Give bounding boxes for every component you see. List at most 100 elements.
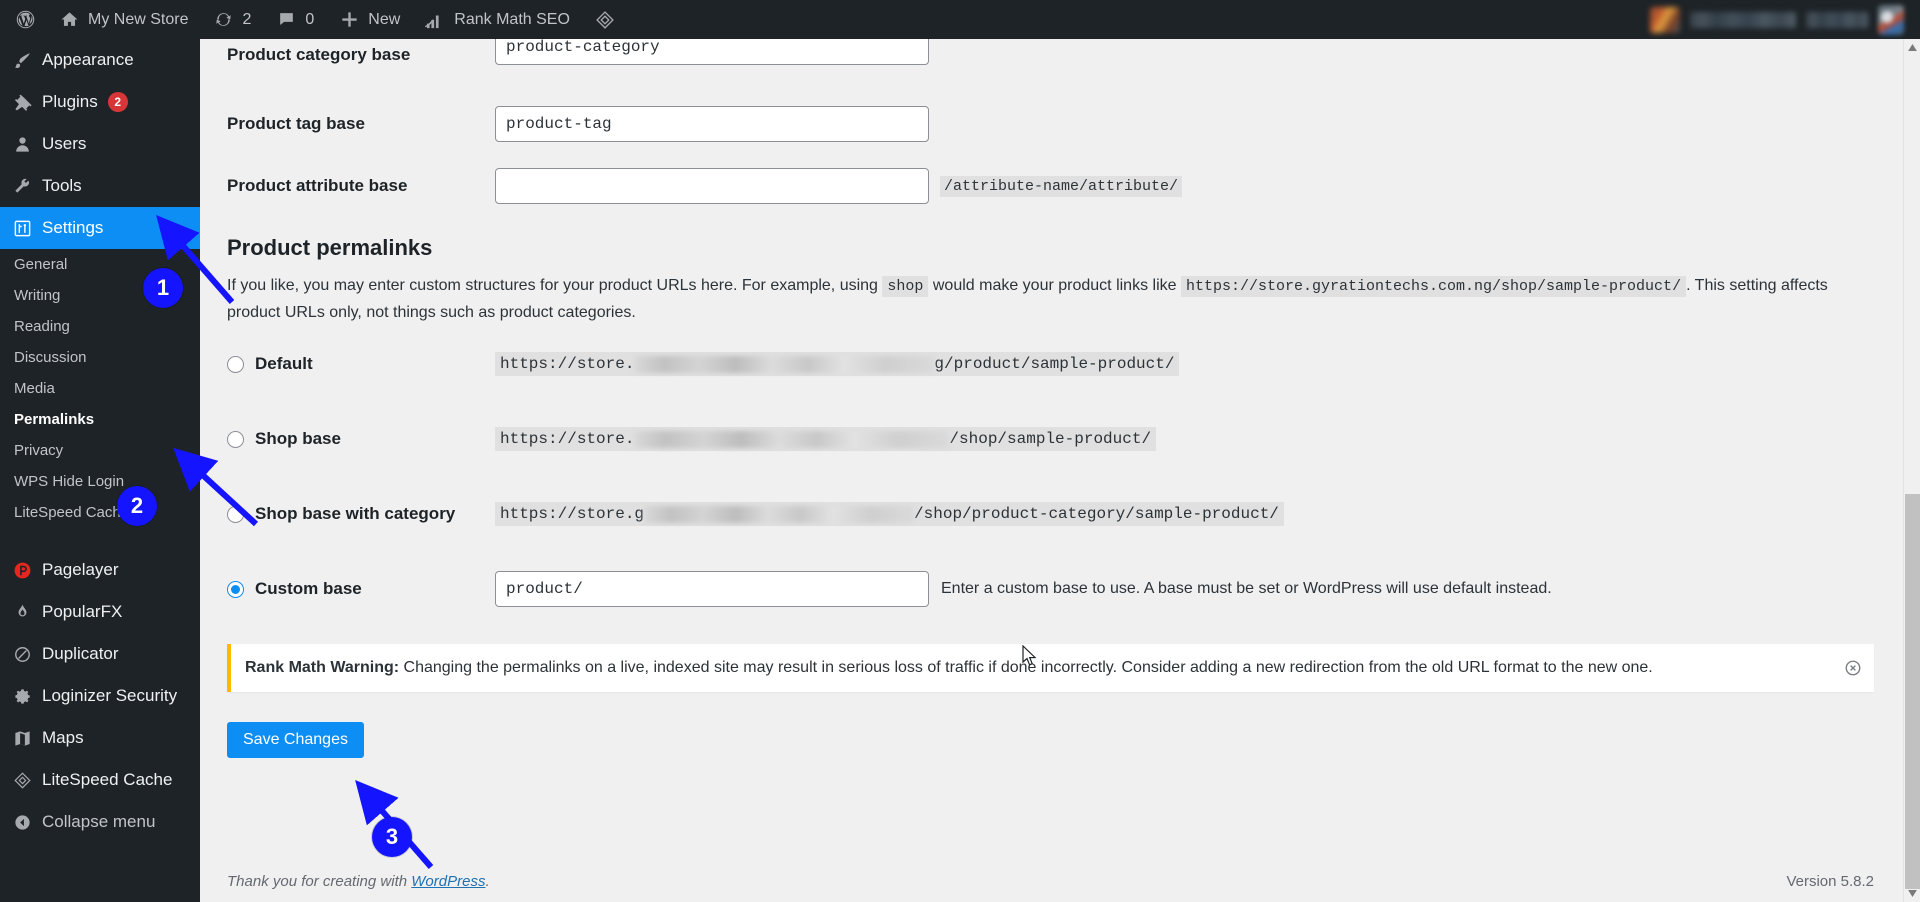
page-scrollbar[interactable] <box>1903 39 1920 902</box>
admin-bar-right <box>1650 0 1920 39</box>
sidebar-item-label: Plugins <box>42 92 98 111</box>
input-custom-base[interactable] <box>495 571 929 607</box>
sidebar-subitem-wps-hide-login[interactable]: WPS Hide Login <box>0 466 200 497</box>
rank-math-label: Rank Math SEO <box>454 10 570 28</box>
litespeed-diamond-icon <box>594 9 616 31</box>
annotation-badge-3: 3 <box>372 817 412 857</box>
section-title-product-permalinks: Product permalinks <box>227 235 433 260</box>
plugins-plug-icon <box>12 92 32 112</box>
sidebar-item-popularfx[interactable]: PopularFX <box>0 591 200 633</box>
scrollbar-thumb[interactable] <box>1905 494 1920 889</box>
admin-bar-updates[interactable]: 2 <box>200 0 263 39</box>
radio-label-default[interactable]: Default <box>227 354 495 374</box>
save-changes-button[interactable]: Save Changes <box>227 722 364 758</box>
sidebar-item-label: Duplicator <box>42 644 119 663</box>
sidebar-item-label: Settings <box>42 218 104 237</box>
plus-icon <box>338 9 360 31</box>
footer-thanks-suffix: . <box>485 873 490 890</box>
sidebar-item-loginizer-security[interactable]: Loginizer Security <box>0 675 200 717</box>
sidebar-item-litespeed-cache[interactable]: LiteSpeed Cache <box>0 759 200 801</box>
permalink-url-default: https://store. g/product/sample-product/ <box>495 352 1180 376</box>
admin-bar-wp-logo[interactable] <box>0 0 46 39</box>
sidebar-item-pagelayer[interactable]: Pagelayer <box>0 549 200 591</box>
sidebar-subitem-discussion[interactable]: Discussion <box>0 342 200 373</box>
sidebar-item-label: LiteSpeed Cache <box>42 770 173 789</box>
annotation-badge-2: 2 <box>117 486 157 526</box>
permalink-option-default[interactable]: Default https://store. g/product/sample-p… <box>227 344 1902 384</box>
admin-bar-site-name[interactable]: My New Store <box>46 0 200 39</box>
url-suffix: g/product/sample-product/ <box>934 355 1175 373</box>
permalink-option-shop-base[interactable]: Shop base https://store. /shop/sample-pro… <box>227 419 1902 459</box>
label-product-tag-base: Product tag base <box>227 114 365 133</box>
label-product-category-base: Product category base <box>227 45 411 64</box>
admin-bar-comments[interactable]: 0 <box>263 0 326 39</box>
notice-text: Rank Math Warning: Changing the permalin… <box>245 659 1653 677</box>
sidebar-subitem-media[interactable]: Media <box>0 373 200 404</box>
desc-part-2: would make your product links like <box>932 277 1177 294</box>
field-row-product-tag-base: Product tag base <box>227 93 1902 155</box>
greeting-blur-1 <box>1689 11 1796 28</box>
admin-bar-litespeed[interactable] <box>582 0 628 39</box>
custom-base-help-text: Enter a custom base to use. A base must … <box>941 580 1552 597</box>
permalink-option-shop-base-with-category[interactable]: Shop base with category https://store.g /… <box>227 494 1902 534</box>
footer-thanks: Thank you for creating with WordPress. <box>227 873 490 890</box>
radio-label-shop-base[interactable]: Shop base <box>227 429 495 449</box>
url-redacted-domain <box>644 505 915 523</box>
input-product-tag-base[interactable] <box>495 106 929 142</box>
sidebar-item-users[interactable]: Users <box>0 123 200 165</box>
permalinks-form: Product category base Product tag base P… <box>200 39 1902 758</box>
radio-custom-base[interactable] <box>227 580 244 598</box>
sidebar-item-plugins[interactable]: Plugins 2 <box>0 81 200 123</box>
radio-label-shop-base-category[interactable]: Shop base with category <box>227 504 495 524</box>
wordpress-logo-icon <box>14 9 36 31</box>
admin-bar-rank-math[interactable]: Rank Math SEO <box>412 0 582 39</box>
input-product-category-base[interactable] <box>495 39 929 65</box>
litespeed-diamond-icon <box>12 770 32 790</box>
account-greeting-redacted[interactable] <box>1650 0 1920 39</box>
pagelayer-icon <box>12 560 32 580</box>
scroll-down-arrow-icon[interactable] <box>1904 885 1920 902</box>
product-permalinks-description: If you like, you may enter custom struct… <box>227 273 1867 326</box>
scroll-up-arrow-icon[interactable] <box>1904 39 1920 56</box>
radio-shop-base[interactable] <box>227 430 244 448</box>
admin-bar-new-content[interactable]: New <box>326 0 412 39</box>
loginizer-gear-icon <box>12 686 32 706</box>
sidebar-subitem-privacy[interactable]: Privacy <box>0 435 200 466</box>
attribute-base-suffix: /attribute-name/attribute/ <box>940 175 1183 197</box>
radio-shop-base-with-category[interactable] <box>227 505 244 523</box>
footer-wordpress-link[interactable]: WordPress <box>411 873 485 890</box>
plugins-update-badge: 2 <box>107 92 128 112</box>
permalink-option-label: Default <box>255 354 313 373</box>
sidebar-item-settings[interactable]: Settings <box>0 207 200 249</box>
collapse-arrow-icon <box>12 812 32 832</box>
sidebar-item-duplicator[interactable]: Duplicator <box>0 633 200 675</box>
desc-code-shop: shop <box>882 276 929 297</box>
sidebar-subitem-reading[interactable]: Reading <box>0 311 200 342</box>
sidebar-item-label: PopularFX <box>42 602 123 621</box>
radio-default[interactable] <box>227 355 244 373</box>
sidebar-item-appearance[interactable]: Appearance <box>0 39 200 81</box>
sidebar-subitem-litespeed-cache[interactable]: LiteSpeed Cache <box>0 497 200 528</box>
url-suffix: /shop/product-category/sample-product/ <box>914 505 1279 523</box>
admin-sidebar-menu: Appearance Plugins 2 Users Tools Setting… <box>0 0 200 902</box>
comments-count: 0 <box>305 10 315 28</box>
sidebar-item-label: Loginizer Security <box>42 686 178 705</box>
sidebar-item-label: Maps <box>42 728 84 747</box>
sidebar-item-maps[interactable]: Maps <box>0 717 200 759</box>
collapse-menu-button[interactable]: Collapse menu <box>0 801 200 843</box>
permalink-option-custom-base[interactable]: Custom base Enter a custom base to use. … <box>227 569 1902 609</box>
menu-separator <box>0 538 200 549</box>
field-row-product-category-base: Product category base <box>227 39 1902 65</box>
sidebar-subitem-permalinks[interactable]: Permalinks <box>0 404 200 435</box>
duplicator-icon <box>12 644 32 664</box>
update-refresh-icon <box>212 9 234 31</box>
notice-strong: Rank Math Warning: <box>245 659 400 676</box>
avatar[interactable] <box>1877 4 1904 35</box>
input-product-attribute-base[interactable] <box>495 168 929 204</box>
sidebar-item-label: Tools <box>42 176 82 195</box>
radio-label-custom-base[interactable]: Custom base <box>227 579 495 599</box>
field-row-product-attribute-base: Product attribute base /attribute-name/a… <box>227 155 1902 217</box>
sidebar-item-tools[interactable]: Tools <box>0 165 200 207</box>
dismiss-circle-x-icon[interactable] <box>1844 659 1862 677</box>
admin-bar: My New Store 2 0 New Rank Math SEO <box>0 0 1920 39</box>
